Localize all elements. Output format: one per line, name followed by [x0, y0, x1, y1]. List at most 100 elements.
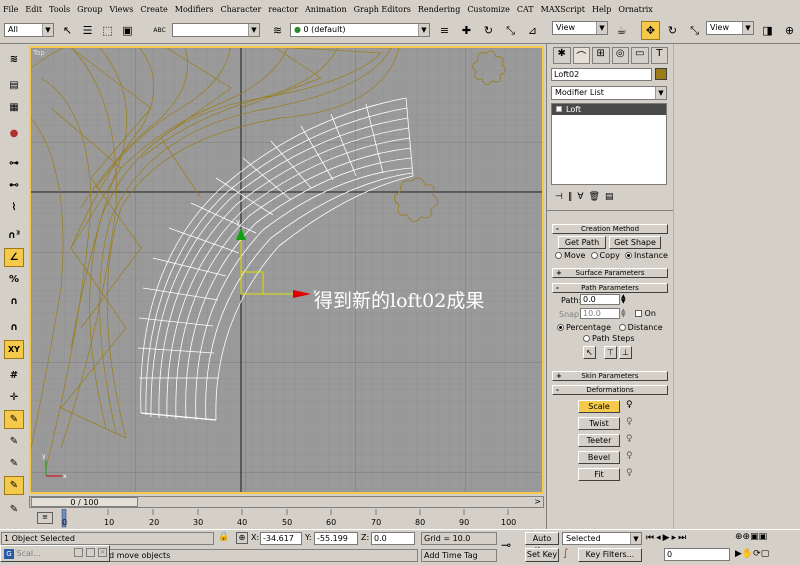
spinner-arrows-icon[interactable]: ▲ ▼ [621, 308, 626, 319]
viewport-canvas[interactable]: y x y x [31, 48, 542, 492]
array-button[interactable]: # [4, 366, 24, 385]
key-filters-button[interactable]: Key Filters... [578, 548, 642, 562]
select-and-rotate-toolbar-button[interactable]: ↻ [479, 21, 498, 40]
menu-edit[interactable]: Edit [25, 5, 42, 14]
manipulate-button[interactable]: ⊕ [780, 21, 799, 40]
hierarchy-tab[interactable]: ⊞ [592, 47, 610, 64]
select-and-link-button[interactable]: ⊿ [523, 21, 542, 40]
path-steps-radio[interactable] [583, 335, 590, 342]
key-icon[interactable]: ⊸ [501, 538, 511, 552]
select-object-button[interactable]: ↖ [58, 21, 77, 40]
reference-coordinate-dropdown-2[interactable]: View ▼ [706, 21, 754, 35]
display-tab[interactable]: ▭ [631, 47, 649, 64]
key-tangent-icon[interactable]: ∫ [563, 548, 568, 559]
y-coordinate-field[interactable]: -55.199 [314, 532, 358, 545]
taskbar-button[interactable]: G Scal... × [0, 545, 110, 562]
window-crossing-button[interactable]: ▣ [118, 21, 137, 40]
create-tab[interactable]: ✱ [553, 47, 571, 64]
lock-icon[interactable]: 🔒 [218, 532, 229, 542]
object-name-field[interactable]: Loft02 [551, 68, 652, 81]
remove-modifier-icon[interactable]: 🗑 [589, 192, 600, 206]
bevel-deformation-button[interactable]: Bevel [578, 451, 620, 464]
motion-tab[interactable]: ◎ [611, 47, 629, 64]
named-selection-icon-button[interactable]: ABC [150, 21, 169, 40]
menu-rendering[interactable]: Rendering [418, 5, 460, 14]
select-and-scale-toolbar-button[interactable]: ⤡ [501, 21, 520, 40]
teeter-enable-icon[interactable]: ♀ [626, 434, 633, 444]
zoom-extents-icon[interactable]: ▣ [750, 532, 759, 542]
select-and-rotate-button[interactable]: ↻ [663, 21, 682, 40]
maximize-icon[interactable] [86, 548, 95, 557]
current-frame-field[interactable]: 0 [664, 548, 730, 561]
select-link-button[interactable]: ⊶ [4, 154, 24, 173]
instance-radio[interactable] [624, 252, 632, 259]
snap-on-checkbox[interactable] [635, 310, 642, 317]
menu-cat[interactable]: CAT [517, 5, 534, 14]
expand-icon[interactable] [556, 106, 562, 112]
named-selection-dropdown[interactable]: ▼ [172, 23, 260, 37]
menu-tools[interactable]: Tools [49, 5, 70, 14]
spinner-snap-button[interactable]: ∩ [4, 292, 24, 311]
twist-deformation-button[interactable]: Twist [578, 417, 620, 430]
select-and-move-button[interactable]: ✥ [641, 21, 660, 40]
curve-editor-button[interactable]: ▦ [4, 98, 24, 117]
selection-filter-dropdown[interactable]: All ▼ [4, 23, 54, 37]
bevel-enable-icon[interactable]: ♀ [626, 451, 633, 461]
utilities-tab[interactable]: T [650, 47, 668, 64]
angle-snap-button[interactable]: ∠ [4, 248, 24, 267]
viewport-top[interactable]: y x y x Top 得到新的loft02成果 [29, 46, 544, 494]
menu-graph-editors[interactable]: Graph Editors [354, 5, 411, 14]
deformations-rollout[interactable]: - Deformations [552, 385, 668, 395]
creation-method-rollout[interactable]: - Creation Method [552, 224, 668, 234]
align-button[interactable]: ✛ [4, 388, 24, 407]
paint-select-button[interactable]: ✎ [4, 410, 24, 429]
menu-reactor[interactable]: reactor [268, 5, 298, 14]
snap-3d-button[interactable]: ∩³ [4, 226, 24, 245]
menu-animation[interactable]: Animation [305, 5, 347, 14]
spacing-tool-button[interactable]: ✎ [4, 432, 24, 451]
teapot-render-button[interactable]: ☕ [612, 21, 631, 40]
minimize-icon[interactable] [74, 548, 83, 557]
zoom-icon[interactable]: ⊕ [735, 532, 743, 542]
spinner-arrows-icon[interactable]: ▲ ▼ [621, 294, 626, 305]
menu-file[interactable]: File [3, 5, 18, 14]
field-of-view-icon[interactable]: ▶ [735, 549, 742, 559]
layer-dropdown[interactable]: ● 0 (default) ▼ [290, 23, 430, 37]
material-editor-button[interactable]: ● [4, 124, 24, 143]
quick-align-button[interactable]: ✎ [4, 500, 24, 519]
surface-parameters-rollout[interactable]: + Surface Parameters [552, 268, 668, 278]
modifier-list-dropdown[interactable]: Modifier List ▼ [551, 86, 667, 100]
key-mode-dropdown[interactable]: Selected ▼ [562, 532, 642, 545]
twist-enable-icon[interactable]: ♀ [626, 417, 633, 427]
pick-shape-button[interactable]: ↖ [583, 346, 596, 359]
bind-space-warp-button[interactable]: ⌇ [4, 198, 24, 217]
select-and-move-toolbar-button[interactable]: ✚ [457, 21, 476, 40]
get-path-button[interactable]: Get Path [558, 236, 606, 249]
time-slider-next-icon[interactable]: > [534, 497, 541, 506]
mini-curve-editor-button[interactable]: ≡ [37, 512, 53, 524]
get-shape-button[interactable]: Get Shape [609, 236, 661, 249]
add-to-layer-button[interactable]: ≡ [435, 21, 454, 40]
layers-button[interactable]: ≋ [4, 50, 24, 69]
object-color-swatch[interactable] [655, 68, 667, 80]
set-key-button[interactable]: Set Key [525, 548, 559, 562]
scale-enable-icon[interactable]: ♀ [626, 400, 633, 410]
orbit-icon[interactable]: ⟳ [753, 549, 761, 559]
normal-align-button[interactable]: ✎ [4, 476, 24, 495]
modify-tab[interactable]: ⌒ [572, 47, 590, 64]
percent-snap-button[interactable]: % [4, 270, 24, 289]
unlink-button[interactable]: ⊷ [4, 176, 24, 195]
mirror-button[interactable]: ∩ [4, 318, 24, 337]
track-bar[interactable]: 0 10 20 30 40 50 60 70 80 90 100 ≡ [29, 509, 544, 529]
auto-key-button[interactable]: Auto Key [525, 532, 559, 555]
configure-sets-icon[interactable]: ▤ [605, 192, 614, 206]
time-slider-thumb[interactable]: 0 / 100 [31, 497, 138, 507]
z-coordinate-field[interactable]: 0.0 [371, 532, 415, 545]
modifier-stack[interactable]: Loft [551, 103, 667, 185]
next-shape-button[interactable]: ⊥ [619, 346, 632, 359]
scale-deformation-button[interactable]: Scale [578, 400, 620, 413]
stack-item-loft[interactable]: Loft [552, 104, 666, 115]
zoom-all-icon[interactable]: ⊕ [743, 532, 751, 542]
schematic-view-button[interactable]: ▤ [4, 76, 24, 95]
select-by-name-button[interactable]: ☰ [78, 21, 97, 40]
